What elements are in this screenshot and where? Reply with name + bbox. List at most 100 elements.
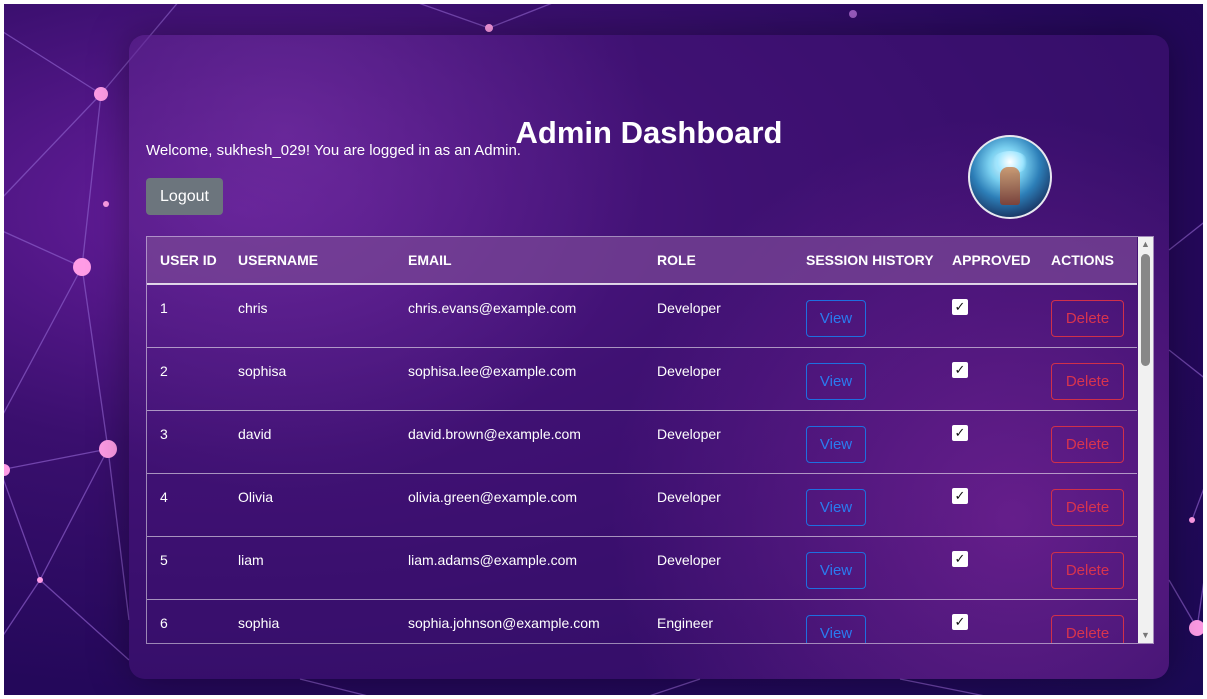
cell-approved: ✓ — [939, 284, 1038, 348]
email: olivia.green@example.com — [408, 489, 578, 505]
cell-approved: ✓ — [939, 347, 1038, 411]
username: liam — [238, 552, 264, 568]
delete-button[interactable]: Delete — [1051, 425, 1124, 463]
cell-email: olivia.green@example.com — [395, 473, 644, 537]
view-session-button[interactable]: View — [806, 425, 866, 463]
cell-actions: Delete — [1038, 347, 1137, 411]
username: sophisa — [238, 363, 287, 379]
cell-approved: ✓ — [939, 536, 1038, 600]
username: sophia — [238, 615, 280, 631]
cell-approved: ✓ — [939, 599, 1038, 643]
view-session-button[interactable]: View — [806, 362, 866, 400]
header-user-id: USER ID — [147, 237, 225, 285]
table-row: 6 sophia sophia.johnson@example.com Engi… — [147, 599, 1137, 643]
cell-user-id: 6 — [147, 599, 225, 643]
table-row: 2 sophisa sophisa.lee@example.com Develo… — [147, 347, 1137, 411]
logout-button[interactable]: Logout — [146, 178, 223, 215]
cell-session: View — [793, 284, 939, 348]
email: david.brown@example.com — [408, 426, 581, 442]
role: Developer — [657, 426, 721, 442]
header-email: EMAIL — [395, 237, 644, 285]
view-session-button[interactable]: View — [806, 488, 866, 526]
username: david — [238, 426, 272, 442]
role: Developer — [657, 552, 721, 568]
cell-user-id: 5 — [147, 536, 225, 600]
username: Olivia — [238, 489, 274, 505]
delete-button[interactable]: Delete — [1051, 488, 1124, 526]
email: liam.adams@example.com — [408, 552, 578, 568]
cell-actions: Delete — [1038, 410, 1137, 474]
user-id: 4 — [160, 489, 168, 505]
cell-actions: Delete — [1038, 599, 1137, 643]
cell-email: david.brown@example.com — [395, 410, 644, 474]
user-id: 2 — [160, 363, 168, 379]
table-header-row: USER ID USERNAME EMAIL ROLE SESSION HIST… — [147, 237, 1137, 285]
scroll-thumb[interactable] — [1141, 254, 1150, 366]
cell-user-id: 1 — [147, 284, 225, 348]
approved-checkbox[interactable]: ✓ — [952, 361, 968, 378]
cell-actions: Delete — [1038, 284, 1137, 348]
header-session-history: SESSION HISTORY — [793, 237, 939, 285]
header-approved: APPROVED — [939, 237, 1038, 285]
user-id: 1 — [160, 300, 168, 316]
header-actions: ACTIONS — [1038, 237, 1137, 285]
avatar[interactable] — [968, 135, 1052, 219]
delete-button[interactable]: Delete — [1051, 614, 1124, 643]
approved-checkbox[interactable]: ✓ — [952, 298, 968, 315]
cell-session: View — [793, 347, 939, 411]
cell-approved: ✓ — [939, 473, 1038, 537]
users-table: USER ID USERNAME EMAIL ROLE SESSION HIST… — [147, 237, 1137, 643]
view-session-button[interactable]: View — [806, 551, 866, 589]
avatar-figure — [1000, 167, 1020, 205]
cell-username: chris — [225, 284, 395, 348]
cell-actions: Delete — [1038, 473, 1137, 537]
welcome-message: Welcome, sukhesh_029! You are logged in … — [146, 142, 521, 159]
cell-username: david — [225, 410, 395, 474]
table-row: 5 liam liam.adams@example.com Developer … — [147, 536, 1137, 600]
approved-checkbox[interactable]: ✓ — [952, 550, 968, 567]
cell-role: Engineer — [644, 599, 793, 643]
cell-email: chris.evans@example.com — [395, 284, 644, 348]
cell-role: Developer — [644, 473, 793, 537]
users-table-container: USER ID USERNAME EMAIL ROLE SESSION HIST… — [146, 236, 1154, 644]
cell-email: liam.adams@example.com — [395, 536, 644, 600]
approved-checkbox[interactable]: ✓ — [952, 487, 968, 504]
header-username: USERNAME — [225, 237, 395, 285]
dashboard-card: Admin Dashboard Welcome, sukhesh_029! Yo… — [129, 35, 1169, 679]
delete-button[interactable]: Delete — [1051, 299, 1124, 337]
view-session-button[interactable]: View — [806, 614, 866, 643]
email: chris.evans@example.com — [408, 300, 577, 316]
cell-approved: ✓ — [939, 410, 1038, 474]
cell-actions: Delete — [1038, 536, 1137, 600]
cell-email: sophia.johnson@example.com — [395, 599, 644, 643]
delete-button[interactable]: Delete — [1051, 551, 1124, 589]
user-id: 3 — [160, 426, 168, 442]
approved-checkbox[interactable]: ✓ — [952, 613, 968, 630]
cell-user-id: 2 — [147, 347, 225, 411]
cell-session: View — [793, 599, 939, 643]
user-id: 6 — [160, 615, 168, 631]
email: sophia.johnson@example.com — [408, 615, 600, 631]
cell-session: View — [793, 473, 939, 537]
cell-username: liam — [225, 536, 395, 600]
cell-user-id: 4 — [147, 473, 225, 537]
username: chris — [238, 300, 268, 316]
cell-username: Olivia — [225, 473, 395, 537]
cell-email: sophisa.lee@example.com — [395, 347, 644, 411]
scroll-up-arrow-icon[interactable]: ▲ — [1138, 237, 1153, 252]
approved-checkbox[interactable]: ✓ — [952, 424, 968, 441]
user-id: 5 — [160, 552, 168, 568]
table-row: 4 Olivia olivia.green@example.com Develo… — [147, 473, 1137, 537]
table-row: 1 chris chris.evans@example.com Develope… — [147, 284, 1137, 348]
scroll-down-arrow-icon[interactable]: ▼ — [1138, 628, 1153, 643]
cell-username: sophisa — [225, 347, 395, 411]
cell-role: Developer — [644, 347, 793, 411]
delete-button[interactable]: Delete — [1051, 362, 1124, 400]
view-session-button[interactable]: View — [806, 299, 866, 337]
role: Developer — [657, 363, 721, 379]
cell-session: View — [793, 536, 939, 600]
cell-username: sophia — [225, 599, 395, 643]
table-scrollbar[interactable]: ▲ ▼ — [1138, 237, 1153, 643]
role: Developer — [657, 300, 721, 316]
cell-role: Developer — [644, 284, 793, 348]
